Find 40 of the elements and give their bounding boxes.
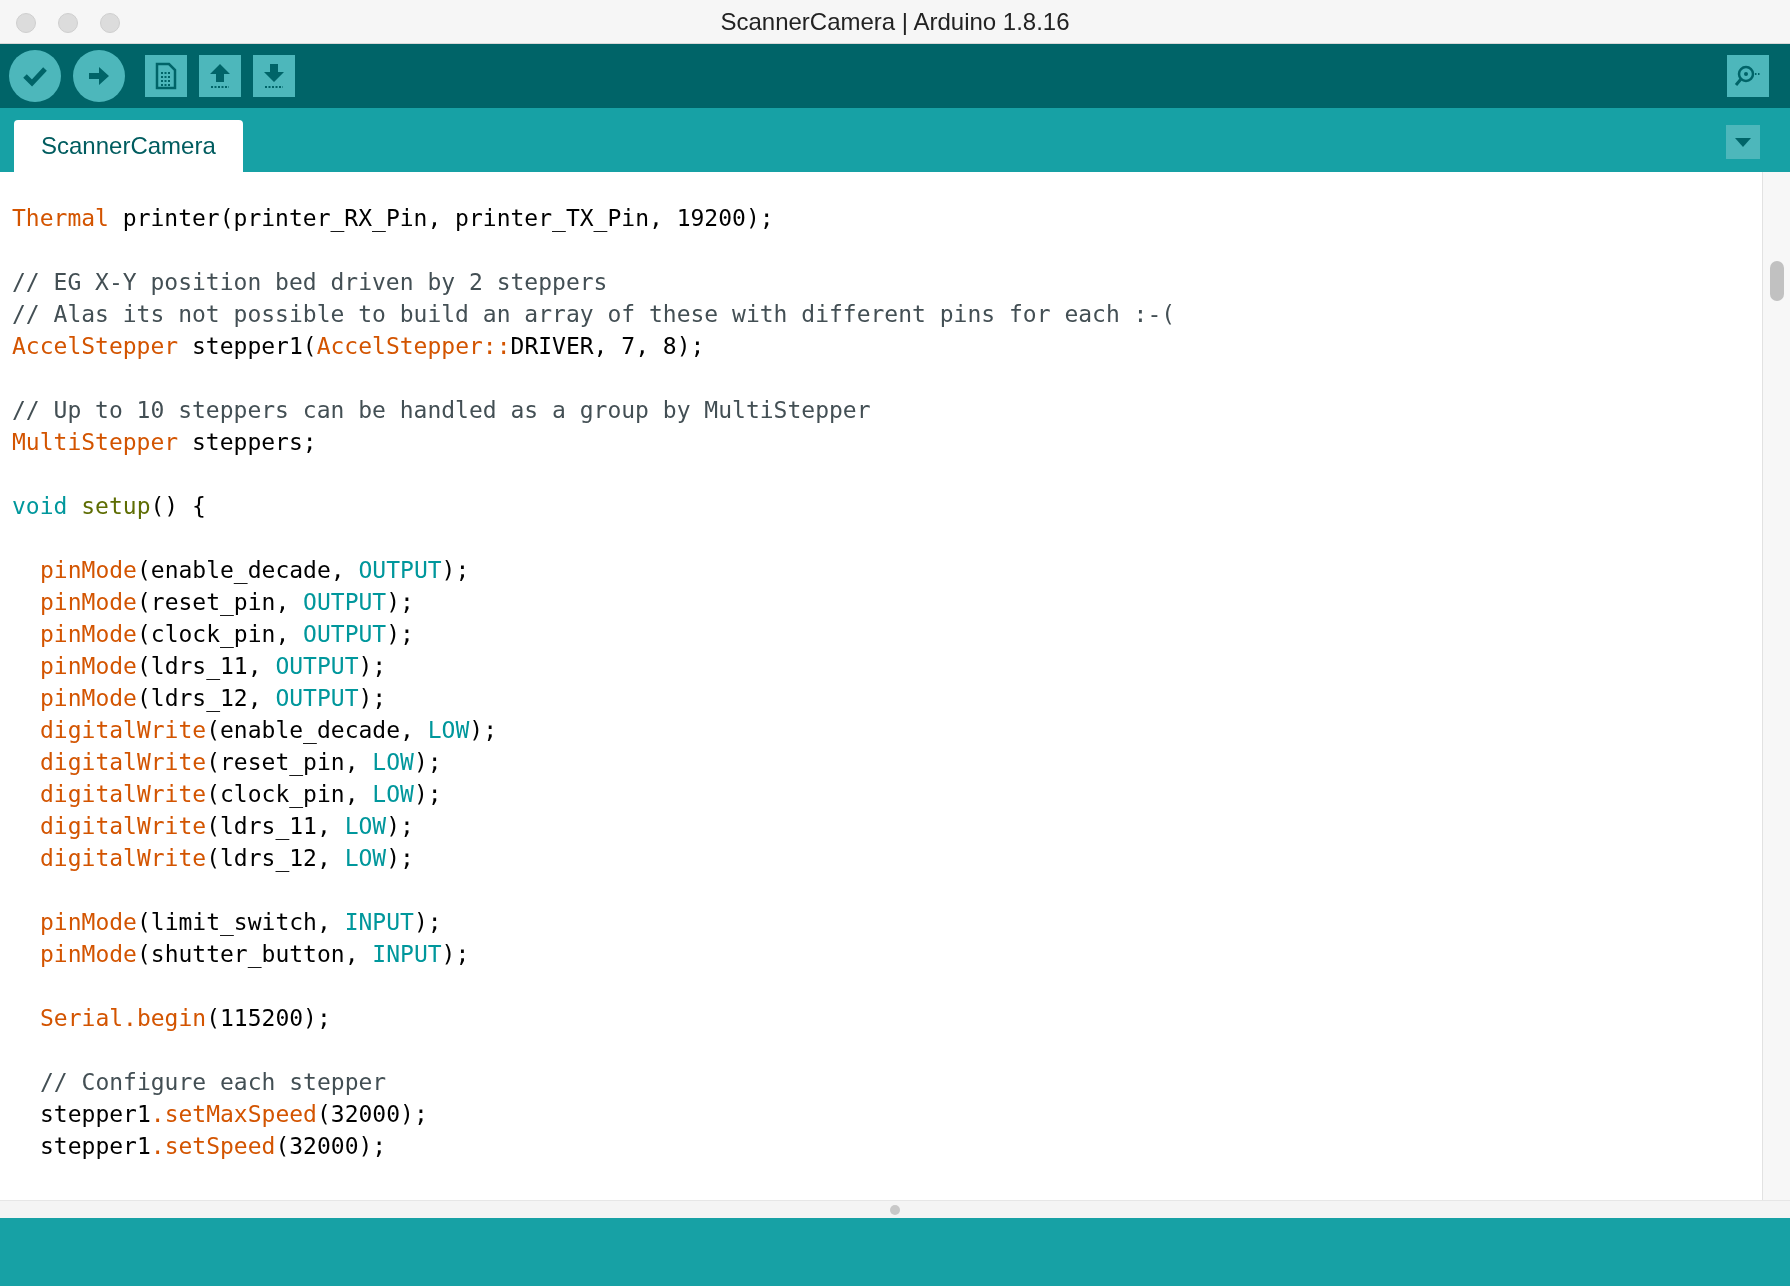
code-line: stepper1.setSpeed(32000); [40,1132,387,1161]
code-line: pinMode(ldrs_12, OUTPUT); [40,684,387,714]
code-line: Serial.begin(115200); [40,1004,331,1033]
code-line: digitalWrite(ldrs_12, LOW); [40,844,414,874]
code-line: Thermal printer(printer_RX_Pin, printer_TX_Pin, 19200); [12,204,774,234]
checkmark-icon [22,65,48,87]
code-line: pinMode(enable_decade, OUTPUT); [40,556,470,586]
code-line: AccelStepper stepper1(AccelStepper::DRIVER, 7, 8); [12,332,705,361]
code-line: digitalWrite(clock_pin, LOW); [40,780,442,810]
scrollbar[interactable] [1762,172,1790,1200]
code-line: pinMode(shutter_button, INPUT); [40,940,470,970]
document-icon [155,62,177,90]
code-line: digitalWrite(ldrs_11, LOW); [40,812,414,842]
arrow-right-icon [87,65,111,87]
code-line: MultiStepper steppers; [12,428,317,457]
scrollbar-thumb[interactable] [1769,261,1784,301]
file-tab[interactable]: ScannerCamera [14,120,243,172]
open-button[interactable] [199,55,241,97]
caret-icon [1735,137,1751,147]
upload-button[interactable] [73,50,125,102]
magnifier-icon [1733,63,1763,89]
code-line: pinMode(limit_switch, INPUT); [40,908,442,938]
serial-monitor-button[interactable] [1727,55,1769,97]
code-line: pinMode(reset_pin, OUTPUT); [40,588,414,618]
code-line: // Alas its not possible to build an array of these with different pins for each :-( [12,300,1176,329]
code-line: digitalWrite(reset_pin, LOW); [40,748,442,778]
code-line: digitalWrite(enable_decade, LOW); [40,716,497,746]
code-line: void setup() { [12,492,206,521]
divider-handle-icon[interactable] [890,1204,900,1215]
code-line: pinMode(clock_pin, OUTPUT); [40,620,414,650]
new-button[interactable] [145,55,187,97]
code-line: pinMode(ldrs_11, OUTPUT); [40,652,387,682]
code-line: // EG X-Y position bed driven by 2 steppers [12,268,608,297]
code-line: // Configure each stepper [40,1068,387,1097]
code-line: // Up to 10 steppers can be handled as a group by MultiStepper [12,396,871,425]
tab-menu-button[interactable] [1726,125,1760,159]
code-line: stepper1.setMaxSpeed(32000); [40,1100,428,1129]
save-button[interactable] [253,55,295,97]
verify-button[interactable] [9,50,61,102]
window-title: ScannerCamera | Arduino 1.8.16 [720,6,1070,37]
